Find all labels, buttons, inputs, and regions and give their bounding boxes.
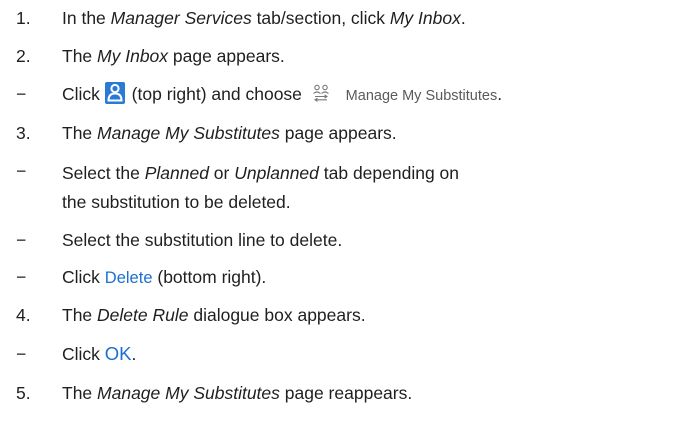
step-text: In the Manager Services tab/section, cli… — [62, 6, 466, 30]
text-run: The — [62, 305, 98, 325]
text-run: (top right) and choose — [131, 84, 302, 104]
text-run: dialogue box appears. — [188, 305, 366, 325]
text-run: page reappears. — [279, 383, 413, 403]
step-text: The Manage My Substitutes page appears. — [62, 121, 397, 145]
text-run: page appears. — [279, 123, 397, 143]
text-run: The — [62, 123, 98, 143]
step-marker: 4. — [16, 305, 31, 325]
text-run: (bottom right). — [157, 267, 267, 287]
text-run: Click — [62, 344, 100, 364]
dash-marker: − — [16, 344, 27, 364]
text-run-italic: My Inbox — [97, 46, 169, 66]
dash-marker: − — [16, 84, 27, 104]
step-text: Click Delete (bottom right). — [62, 265, 266, 290]
text-run-italic: Unplanned — [234, 163, 319, 183]
dash-marker: − — [16, 161, 27, 181]
step-marker: 3. — [16, 123, 31, 143]
text-run: . — [460, 8, 466, 28]
text-run: The — [62, 383, 98, 403]
manage-substitutes-menu-item[interactable]: Manage My Substitutes — [346, 88, 498, 104]
text-run: . — [497, 84, 503, 104]
manage-substitutes-icon — [311, 84, 331, 108]
text-run-italic: Delete Rule — [97, 305, 189, 325]
text-run: Select the substitution line to delete. — [62, 230, 343, 250]
text-run-italic: Manage My Substitutes — [97, 383, 280, 403]
step-text: Select the Planned or Unplanned tab depe… — [62, 159, 482, 217]
step-text: Select the substitution line to delete. — [62, 228, 342, 252]
step-text: Click (top right) and choose Manage My S… — [62, 82, 502, 108]
step-marker: 2. — [16, 46, 31, 66]
text-run-italic: Manager Services — [110, 8, 252, 28]
text-run-italic: Planned — [144, 163, 209, 183]
step-text: The Manage My Substitutes page reappears… — [62, 381, 412, 405]
delete-button[interactable]: Delete — [105, 269, 153, 287]
text-run: or — [208, 163, 235, 183]
step-text: Click OK. — [62, 342, 136, 366]
text-run: Click — [62, 267, 100, 287]
instruction-document: 1. In the Manager Services tab/section, … — [0, 0, 689, 442]
step-text: The Delete Rule dialogue box appears. — [62, 303, 366, 327]
dash-marker: − — [16, 267, 27, 287]
text-run: The — [62, 46, 98, 66]
text-run: In the — [62, 8, 111, 28]
text-run: page appears. — [168, 46, 285, 66]
text-run: Click — [62, 84, 100, 104]
user-icon[interactable] — [104, 82, 125, 104]
step-marker: 1. — [16, 8, 31, 28]
text-run: tab/section, click — [251, 8, 390, 28]
text-run-italic: My Inbox — [389, 8, 461, 28]
text-run-italic: Manage My Substitutes — [97, 123, 280, 143]
text-run: Select the — [62, 163, 145, 183]
dash-marker: − — [16, 230, 27, 250]
step-marker: 5. — [16, 383, 31, 403]
ok-button[interactable]: OK — [105, 343, 132, 364]
text-run: . — [131, 344, 137, 364]
step-text: The My Inbox page appears. — [62, 44, 285, 68]
